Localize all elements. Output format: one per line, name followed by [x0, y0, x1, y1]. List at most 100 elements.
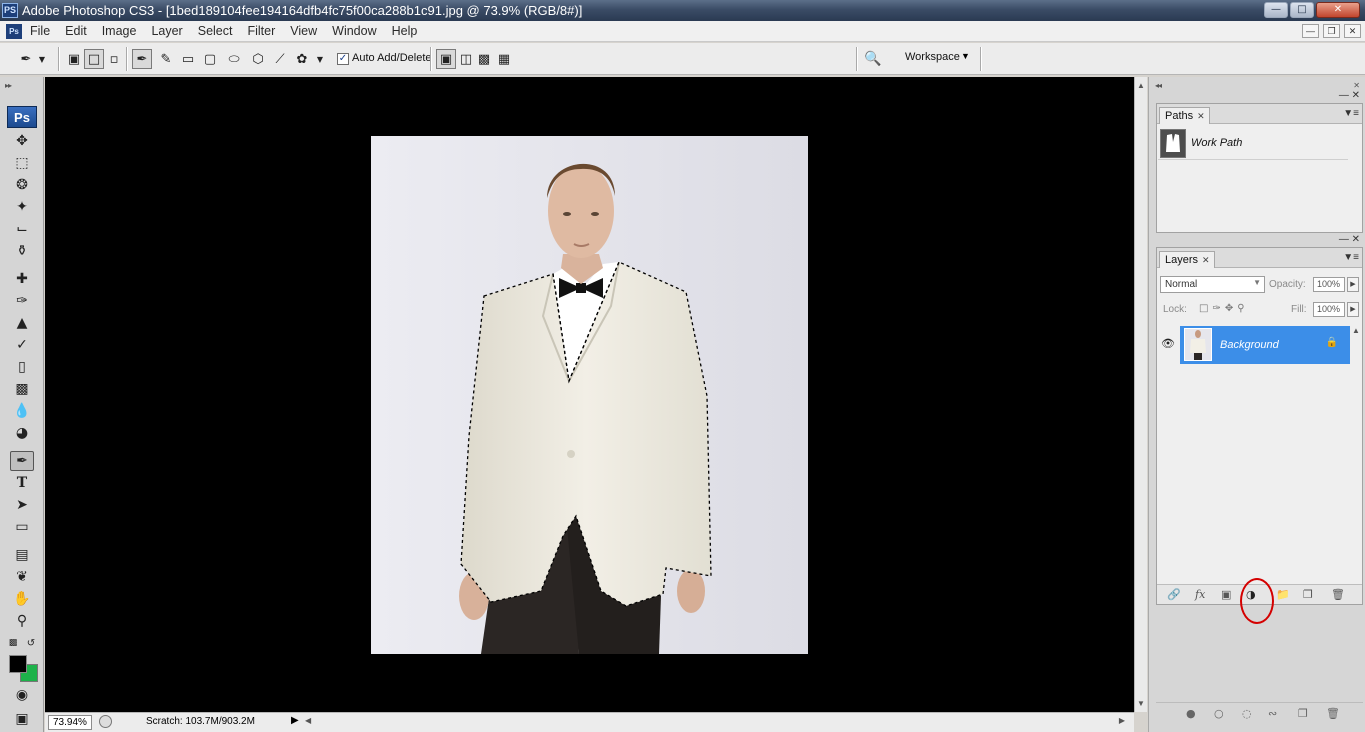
link-layers-icon[interactable]: 🔗	[1167, 588, 1181, 601]
delete-layer-icon[interactable]: 🗑	[1331, 588, 1345, 601]
hand-tool-icon[interactable]: ✋	[10, 589, 34, 609]
swap-colors-icon[interactable]: ↺	[24, 633, 38, 653]
shape-options-dropdown-icon[interactable]: ▼	[314, 49, 326, 69]
workspace-dropdown-icon[interactable]: ▼	[961, 51, 970, 61]
lasso-tool-icon[interactable]: ❂	[10, 175, 34, 195]
clone-stamp-tool-icon[interactable]: ▲	[10, 313, 34, 333]
menu-select[interactable]: Select	[198, 24, 233, 38]
paths-mode-icon[interactable]: □	[84, 49, 104, 69]
scroll-up-icon[interactable]: ▲	[1137, 81, 1145, 90]
panel-menu-icon[interactable]: ▼≡	[1343, 252, 1359, 263]
add-to-path-area-icon[interactable]: ▣	[436, 49, 456, 69]
new-path-icon[interactable]: ❐	[1298, 707, 1308, 720]
close-button[interactable]: ✕	[1316, 2, 1360, 18]
visibility-eye-icon[interactable]: 👁	[1161, 337, 1175, 350]
scroll-right-icon[interactable]: ▶	[1119, 716, 1125, 725]
new-group-folder-icon[interactable]: 📁	[1276, 588, 1290, 601]
photoshop-logo[interactable]: Ps	[7, 106, 37, 128]
fill-pixels-icon[interactable]: ▫	[104, 49, 124, 69]
exclude-overlap-icon[interactable]: ▦	[494, 49, 514, 69]
doc-close-button[interactable]: ✕	[1344, 24, 1361, 38]
menu-help[interactable]: Help	[392, 24, 418, 38]
polygon-icon[interactable]: ⬡	[248, 49, 268, 69]
layer-row-background[interactable]: 👁 Background 🔒	[1158, 326, 1350, 364]
default-colors-icon[interactable]: ▩	[6, 633, 20, 653]
doc-restore-button[interactable]: ❐	[1323, 24, 1340, 38]
doc-minimize-button[interactable]: —	[1302, 24, 1319, 38]
ellipse-icon[interactable]: ⬭	[224, 49, 244, 69]
paths-panel-controls[interactable]: — ✕	[1339, 90, 1360, 101]
dock-collapse-grip[interactable]: ◂◂	[1155, 81, 1162, 90]
menu-file[interactable]: File	[30, 24, 50, 38]
minimize-button[interactable]: —	[1264, 2, 1288, 18]
stroke-path-icon[interactable]: ○	[1214, 707, 1224, 720]
scroll-up-icon[interactable]: ▲	[1352, 326, 1360, 335]
marquee-tool-icon[interactable]: ⬚	[10, 153, 34, 173]
intersect-path-areas-icon[interactable]: ▩	[474, 49, 494, 69]
magic-wand-tool-icon[interactable]: ✦	[10, 197, 34, 217]
maximize-button[interactable]: □	[1290, 2, 1314, 18]
menu-layer[interactable]: Layer	[151, 24, 182, 38]
scroll-left-icon[interactable]: ◀	[305, 716, 311, 725]
document-icon[interactable]: Ps	[6, 24, 22, 39]
layers-panel-controls[interactable]: — ✕	[1339, 234, 1360, 245]
menu-filter[interactable]: Filter	[247, 24, 275, 38]
rounded-rectangle-icon[interactable]: ▢	[200, 49, 220, 69]
line-icon[interactable]: ⟋	[270, 49, 290, 69]
blend-mode-select[interactable]: Normal ▼	[1160, 276, 1265, 293]
crop-tool-icon[interactable]: ⌙	[10, 219, 34, 239]
eyedropper-tool-icon[interactable]: ❦	[10, 567, 34, 587]
canvas-vertical-scrollbar[interactable]: ▲ ▼	[1134, 77, 1147, 712]
freeform-pen-icon[interactable]: ✎	[156, 49, 176, 69]
bridge-icon[interactable]: 🔍	[864, 50, 886, 68]
type-tool-icon[interactable]: T	[10, 473, 34, 493]
pen-tool-icon[interactable]: ✒	[10, 451, 34, 471]
document-image[interactable]	[371, 136, 808, 654]
layers-scrollbar[interactable]: ▲ ▼	[1350, 326, 1362, 596]
tool-preset-dropdown-icon[interactable]: ▼	[36, 49, 48, 69]
quick-mask-icon[interactable]: ◉	[10, 685, 34, 705]
notes-tool-icon[interactable]: ▤	[10, 545, 34, 565]
panel-grip[interactable]: ▸▸	[5, 81, 12, 90]
zoom-tool-icon[interactable]: ⚲	[10, 611, 34, 631]
lock-options-icons[interactable]: □✑✥⚲	[1199, 303, 1249, 314]
history-brush-tool-icon[interactable]: ✓	[10, 335, 34, 355]
make-work-path-icon[interactable]: ∾	[1268, 707, 1277, 720]
load-selection-icon[interactable]: ◌	[1242, 707, 1252, 720]
tab-close-icon[interactable]: ✕	[1202, 255, 1210, 265]
path-row-work-path[interactable]: Work Path	[1158, 127, 1348, 160]
pen-tool-option-icon[interactable]: ✒	[132, 49, 152, 69]
eraser-tool-icon[interactable]: ▯	[10, 357, 34, 377]
menu-view[interactable]: View	[290, 24, 317, 38]
layer-style-fx-icon[interactable]: fx	[1195, 588, 1205, 601]
brush-tool-icon[interactable]: ✑	[10, 291, 34, 311]
subtract-path-area-icon[interactable]: ◫	[456, 49, 476, 69]
gradient-tool-icon[interactable]: ▩	[10, 379, 34, 399]
move-tool-icon[interactable]: ✥	[10, 131, 34, 151]
menu-edit[interactable]: Edit	[65, 24, 87, 38]
foreground-color-swatch[interactable]	[9, 655, 27, 673]
tab-close-icon[interactable]: ✕	[1197, 111, 1205, 121]
fill-field[interactable]: 100%	[1313, 302, 1345, 317]
panel-menu-icon[interactable]: ▼≡	[1343, 108, 1359, 119]
layer-selected[interactable]: Background 🔒	[1180, 326, 1350, 364]
new-layer-icon[interactable]: ❐	[1303, 588, 1313, 601]
status-menu-arrow-icon[interactable]: ▶	[291, 715, 299, 726]
rectangle-shape-icon[interactable]: ▭	[178, 49, 198, 69]
fill-path-icon[interactable]: ●	[1186, 707, 1196, 720]
screen-mode-icon[interactable]: ▣	[10, 709, 34, 729]
workspace-menu[interactable]: Workspace	[905, 51, 960, 63]
auto-add-delete-checkbox[interactable]: ✓	[337, 53, 349, 65]
fill-slider-arrow-icon[interactable]: ▶	[1347, 302, 1359, 317]
add-layer-mask-icon[interactable]: ▣	[1221, 588, 1231, 601]
slice-tool-icon[interactable]: ⚱	[10, 241, 34, 261]
menu-window[interactable]: Window	[332, 24, 376, 38]
shape-tool-icon[interactable]: ▭	[10, 517, 34, 537]
zoom-level-field[interactable]: 73.94%	[48, 715, 92, 730]
opacity-field[interactable]: 100%	[1313, 277, 1345, 292]
canvas-horizontal-scrollbar[interactable]: ◀ ▶	[305, 716, 1125, 729]
dodge-tool-icon[interactable]: ◕	[10, 423, 34, 443]
blur-tool-icon[interactable]: 💧	[10, 401, 34, 421]
delete-path-icon[interactable]: 🗑	[1326, 707, 1340, 720]
scroll-down-icon[interactable]: ▼	[1137, 699, 1145, 708]
